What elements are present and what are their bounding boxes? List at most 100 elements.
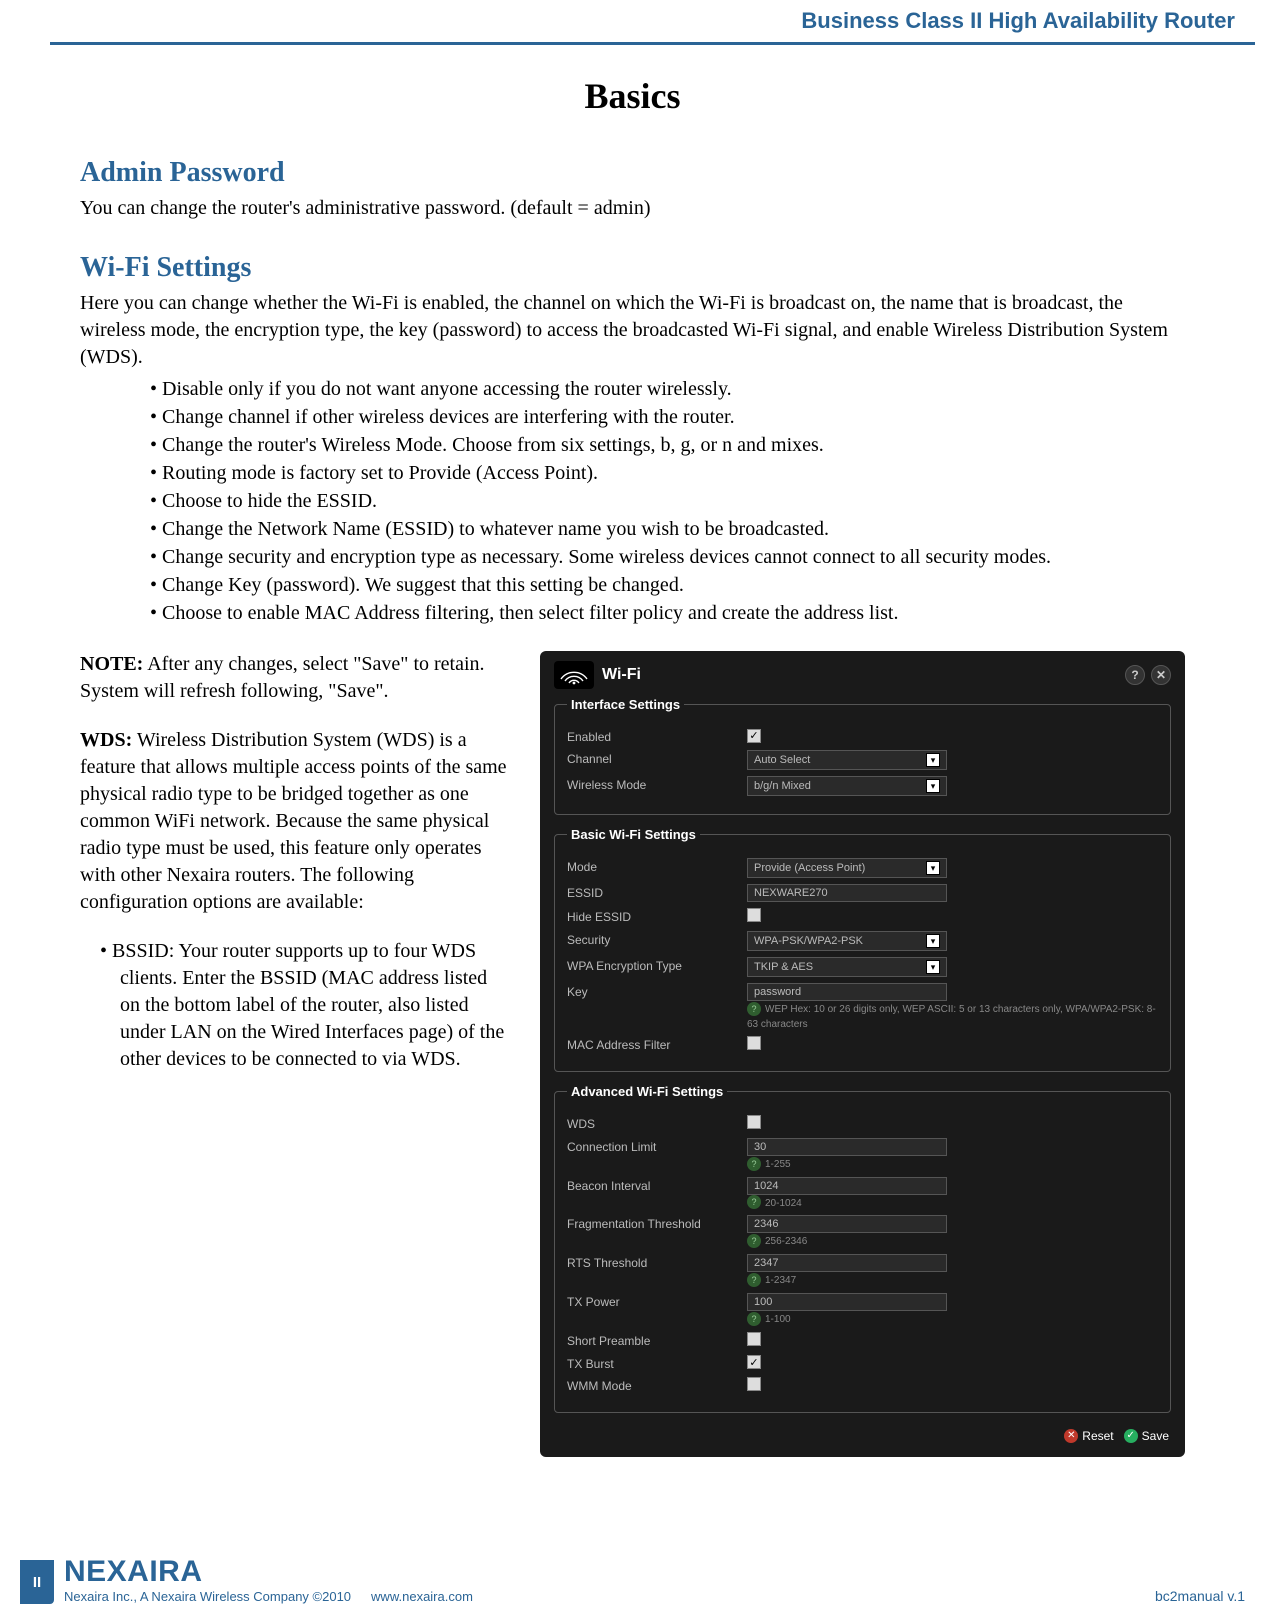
save-button[interactable]: ✓Save (1124, 1429, 1169, 1443)
tx-power-input[interactable]: 100 (747, 1293, 947, 1311)
key-help: WEP Hex: 10 or 26 digits only, WEP ASCII… (747, 1004, 1156, 1030)
key-input[interactable]: password (747, 983, 947, 1001)
main-content: Basics Admin Password You can change the… (0, 45, 1265, 1457)
fragmentation-input[interactable]: 2346 (747, 1215, 947, 1233)
wifi-intro: Here you can change whether the Wi-Fi is… (80, 290, 1185, 371)
encryption-label: WPA Encryption Type (567, 957, 747, 973)
interface-settings-group: Interface Settings Enabled ✓ Channel Aut… (554, 697, 1171, 815)
info-icon: ? (747, 1234, 761, 1248)
fragmentation-range: 256-2346 (765, 1236, 807, 1247)
connection-limit-range: 1-255 (765, 1159, 791, 1170)
connection-limit-label: Connection Limit (567, 1138, 747, 1154)
wds-label: WDS: (80, 729, 132, 751)
wifi-bullet: Choose to enable MAC Address filtering, … (150, 599, 1185, 627)
key-label: Key (567, 983, 747, 999)
chevron-down-icon: ▾ (926, 934, 940, 948)
wmm-mode-checkbox[interactable] (747, 1377, 761, 1391)
hide-essid-checkbox[interactable] (747, 908, 761, 922)
fragmentation-label: Fragmentation Threshold (567, 1215, 747, 1231)
reset-button[interactable]: ✕Reset (1064, 1429, 1113, 1443)
mode-select[interactable]: Provide (Access Point)▾ (747, 858, 947, 878)
wds-paragraph: WDS: Wireless Distribution System (WDS) … (80, 727, 510, 916)
tx-burst-label: TX Burst (567, 1355, 747, 1371)
info-icon: ? (747, 1195, 761, 1209)
panel-title: Wi-Fi (602, 666, 641, 684)
rts-range: 1-2347 (765, 1275, 796, 1286)
wifi-bullets: Disable only if you do not want anyone a… (80, 375, 1185, 627)
advanced-wifi-group: Advanced Wi-Fi Settings WDS Connection L… (554, 1084, 1171, 1413)
x-icon: ✕ (1064, 1429, 1078, 1443)
wifi-bullet: Change the Network Name (ESSID) to whate… (150, 515, 1185, 543)
tx-range: 1-100 (765, 1314, 791, 1325)
mode-label: Mode (567, 858, 747, 874)
note-label: NOTE: (80, 653, 143, 675)
info-icon: ? (747, 1312, 761, 1326)
wifi-heading: Wi-Fi Settings (80, 252, 1185, 284)
chevron-down-icon: ▾ (926, 861, 940, 875)
product-line: Business Class II High Availability Rout… (801, 8, 1235, 33)
channel-select[interactable]: Auto Select▾ (747, 750, 947, 770)
close-icon[interactable]: ✕ (1151, 665, 1171, 685)
mac-filter-checkbox[interactable] (747, 1036, 761, 1050)
document-header: Business Class II High Availability Rout… (50, 0, 1255, 45)
chevron-down-icon: ▾ (926, 753, 940, 767)
help-icon[interactable]: ? (1125, 665, 1145, 685)
wmm-mode-label: WMM Mode (567, 1377, 747, 1393)
short-preamble-checkbox[interactable] (747, 1332, 761, 1346)
nexaira-logo: NEXAIRA (64, 1555, 351, 1589)
wifi-bullet: Disable only if you do not want anyone a… (150, 375, 1185, 403)
hide-essid-label: Hide ESSID (567, 908, 747, 924)
wifi-bullet: Change Key (password). We suggest that t… (150, 571, 1185, 599)
check-icon: ✓ (1124, 1429, 1138, 1443)
left-column: NOTE: After any changes, select "Save" t… (80, 651, 510, 1457)
enabled-label: Enabled (567, 728, 747, 744)
enabled-checkbox[interactable]: ✓ (747, 729, 761, 743)
note-paragraph: NOTE: After any changes, select "Save" t… (80, 651, 510, 705)
chevron-down-icon: ▾ (926, 960, 940, 974)
wireless-mode-label: Wireless Mode (567, 776, 747, 792)
wifi-bullet: Change channel if other wireless devices… (150, 403, 1185, 431)
wds-checkbox[interactable] (747, 1115, 761, 1129)
wireless-mode-select[interactable]: b/g/n Mixed▾ (747, 776, 947, 796)
page-number-tab: II (20, 1560, 54, 1604)
wifi-bullet: Change security and encryption type as n… (150, 543, 1185, 571)
beacon-range: 20-1024 (765, 1198, 802, 1209)
admin-heading: Admin Password (80, 157, 1185, 189)
page-footer: II NEXAIRA Nexaira Inc., A Nexaira Wirel… (20, 1555, 1245, 1604)
basic-wifi-group: Basic Wi-Fi Settings Mode Provide (Acces… (554, 827, 1171, 1072)
security-select[interactable]: WPA-PSK/WPA2-PSK▾ (747, 931, 947, 951)
info-icon: ? (747, 1273, 761, 1287)
beacon-interval-label: Beacon Interval (567, 1177, 747, 1193)
wds-field-label: WDS (567, 1115, 747, 1131)
rts-threshold-input[interactable]: 2347 (747, 1254, 947, 1272)
company-text: Nexaira Inc., A Nexaira Wireless Company… (64, 1589, 351, 1604)
wifi-bullet: Change the router's Wireless Mode. Choos… (150, 431, 1185, 459)
tx-power-label: TX Power (567, 1293, 747, 1309)
wifi-settings-panel: Wi-Fi ? ✕ Interface Settings Enabled ✓ C… (540, 651, 1185, 1457)
footer-version: bc2manual v.1 (1155, 1588, 1245, 1604)
encryption-select[interactable]: TKIP & AES▾ (747, 957, 947, 977)
beacon-interval-input[interactable]: 1024 (747, 1177, 947, 1195)
security-label: Security (567, 931, 747, 947)
wifi-bullet: Routing mode is factory set to Provide (… (150, 459, 1185, 487)
wds-text: Wireless Distribution System (WDS) is a … (80, 729, 507, 913)
bssid-bullet: • BSSID: Your router supports up to four… (80, 938, 510, 1073)
short-preamble-label: Short Preamble (567, 1332, 747, 1348)
connection-limit-input[interactable]: 30 (747, 1138, 947, 1156)
rts-threshold-label: RTS Threshold (567, 1254, 747, 1270)
page-title: Basics (80, 75, 1185, 117)
right-column: Wi-Fi ? ✕ Interface Settings Enabled ✓ C… (540, 651, 1185, 1457)
info-icon: ? (747, 1157, 761, 1171)
admin-text: You can change the router's administrati… (80, 195, 1185, 222)
wifi-bullet: Choose to hide the ESSID. (150, 487, 1185, 515)
essid-input[interactable]: NEXWARE270 (747, 884, 947, 902)
panel-header: Wi-Fi ? ✕ (554, 661, 1171, 689)
wifi-icon (554, 661, 594, 689)
chevron-down-icon: ▾ (926, 779, 940, 793)
footer-url: www.nexaira.com (371, 1589, 473, 1604)
mac-filter-label: MAC Address Filter (567, 1036, 747, 1052)
tx-burst-checkbox[interactable]: ✓ (747, 1355, 761, 1369)
advanced-legend: Advanced Wi-Fi Settings (567, 1084, 727, 1099)
interface-legend: Interface Settings (567, 697, 684, 712)
essid-label: ESSID (567, 884, 747, 900)
